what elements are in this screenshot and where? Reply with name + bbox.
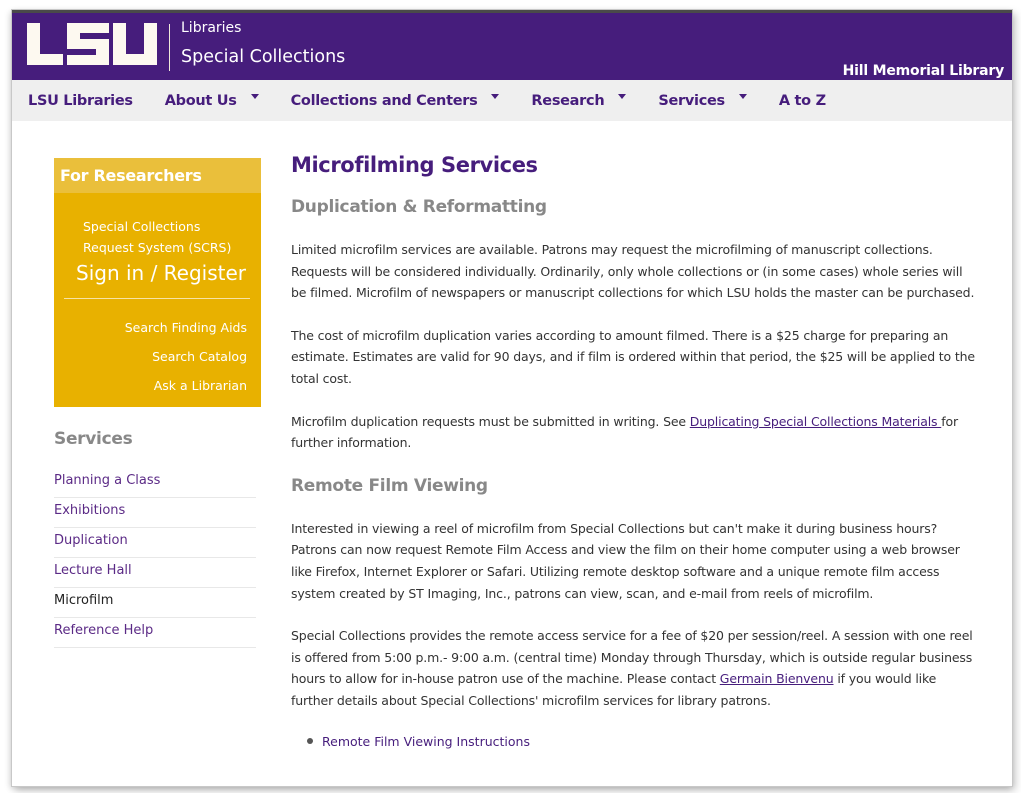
for-researchers-heading: For Researchers [54,158,261,193]
caret-down-icon[interactable] [738,94,747,99]
site-superscript: Libraries [181,20,242,36]
sidebar-item-exhibitions[interactable]: Exhibitions [54,498,256,528]
paragraph: Special Collections provides the remote … [291,625,981,711]
scrs-line-1: Special Collections [83,219,201,234]
logo-divider [169,24,170,71]
nav-a-to-z[interactable]: A to Z [779,93,826,109]
germain-bienvenu-link[interactable]: Germain Bienvenu [720,671,834,686]
page-title: Microfilming Services [291,153,538,177]
paragraph-text: Microfilm duplication requests must be s… [291,413,690,429]
lsu-logo[interactable] [27,23,157,65]
services-menu: Planning a Class Exhibitions Duplication… [54,468,256,648]
search-finding-aids-link[interactable]: Search Finding Aids [125,313,247,342]
nav-label: Research [531,92,605,109]
divider [64,298,250,299]
nav-label: About Us [164,92,237,109]
sign-in-register-link[interactable]: Sign in / Register [76,261,246,285]
for-researchers-box: For Researchers Special Collections Requ… [54,158,261,407]
duplicating-materials-link[interactable]: Duplicating Special Collections Material… [690,414,941,429]
nav-about-us[interactable]: About Us [165,93,259,109]
section-heading-duplication: Duplication & Reformatting [291,197,547,217]
paragraph: Microfilm duplication requests must be s… [291,411,981,454]
caret-down-icon[interactable] [250,94,259,99]
caret-down-icon[interactable] [491,94,500,99]
researcher-links: Search Finding Aids Search Catalog Ask a… [125,313,247,400]
nav-research[interactable]: Research [531,92,627,109]
list-item: Remote Film Viewing Instructions [307,734,981,749]
scrs-link[interactable]: Special Collections Request System (SCRS… [83,216,253,258]
scrs-line-2: Request System (SCRS) [83,240,232,255]
main-nav: LSU Libraries About Us Collections and C… [12,80,1012,121]
section-heading-remote-viewing: Remote Film Viewing [291,475,488,496]
library-name[interactable]: Hill Memorial Library [843,63,1005,79]
nav-label: A to Z [778,92,826,109]
nav-collections-and-centers[interactable]: Collections and Centers [291,93,500,109]
sidebar-item-planning-a-class[interactable]: Planning a Class [54,468,256,498]
lsu-logo-icon [27,23,157,65]
search-catalog-link[interactable]: Search Catalog [125,342,247,371]
caret-down-icon[interactable] [618,94,627,99]
paragraph: The cost of microfilm duplication varies… [291,327,975,386]
sidebar-item-duplication[interactable]: Duplication [54,528,256,558]
site-title[interactable]: Special Collections [181,47,345,67]
bullet-icon [307,738,313,744]
sidebar-item-lecture-hall[interactable]: Lecture Hall [54,558,256,588]
ask-a-librarian-link[interactable]: Ask a Librarian [125,371,247,400]
nav-label: Collections and Centers [290,92,478,109]
instructions-list: Remote Film Viewing Instructions [307,734,981,749]
site-header: Libraries Special Collections Hill Memor… [12,13,1012,80]
paragraph: Interested in viewing a reel of microfil… [291,520,960,601]
nav-lsu-libraries[interactable]: LSU Libraries [28,93,133,109]
sidebar-item-microfilm[interactable]: Microfilm [54,588,256,618]
services-heading: Services [54,429,133,449]
browser-page: Libraries Special Collections Hill Memor… [12,10,1012,786]
remote-film-viewing-instructions-link[interactable]: Remote Film Viewing Instructions [322,734,530,749]
nav-label: Services [658,92,725,109]
nav-label: LSU Libraries [28,92,133,109]
main-content: Microfilming Services Duplication & Refo… [291,153,981,749]
sidebar-item-reference-help[interactable]: Reference Help [54,618,256,648]
paragraph: Limited microfilm services are available… [291,242,975,301]
nav-services[interactable]: Services [658,93,747,109]
